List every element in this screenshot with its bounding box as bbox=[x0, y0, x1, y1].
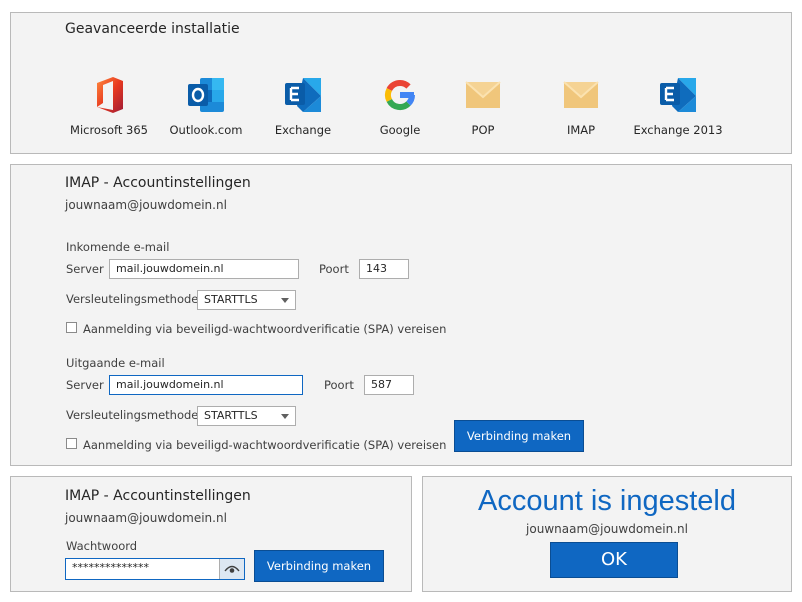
connect-button[interactable]: Verbinding maken bbox=[454, 420, 584, 452]
provider-label: Exchange 2013 bbox=[633, 123, 723, 137]
incoming-encryption-label: Versleutelingsmethode bbox=[66, 292, 199, 306]
outgoing-server-label: Server bbox=[66, 378, 104, 392]
chevron-down-icon bbox=[281, 414, 289, 419]
provider-google[interactable]: Google bbox=[352, 71, 448, 137]
provider-label: Google bbox=[379, 123, 421, 137]
connect-button[interactable]: Verbinding maken bbox=[254, 550, 384, 582]
advanced-setup-panel: Geavanceerde installatie Microsoft 365 O… bbox=[10, 12, 792, 154]
provider-label: Outlook.com bbox=[169, 123, 243, 137]
advanced-setup-title: Geavanceerde installatie bbox=[65, 21, 240, 37]
incoming-encryption-select[interactable]: STARTTLS bbox=[197, 290, 296, 310]
provider-pop[interactable]: POP bbox=[435, 71, 531, 137]
incoming-server-label: Server bbox=[66, 262, 104, 276]
outgoing-spa-label: Aanmelding via beveiligd-wachtwoordverif… bbox=[83, 438, 447, 452]
ok-button[interactable]: OK bbox=[550, 542, 678, 578]
password-panel: IMAP - Accountinstellingen jouwnaam@jouw… bbox=[10, 476, 412, 592]
incoming-spa-checkbox[interactable] bbox=[66, 322, 77, 333]
microsoft-365-icon bbox=[97, 77, 123, 113]
password-label: Wachtwoord bbox=[66, 539, 138, 553]
account-email: jouwnaam@jouwdomein.nl bbox=[65, 198, 227, 212]
incoming-spa-label: Aanmelding via beveiligd-wachtwoordverif… bbox=[83, 322, 447, 336]
provider-label: POP bbox=[471, 123, 495, 137]
incoming-port-label: Poort bbox=[319, 262, 349, 276]
provider-microsoft-365[interactable]: Microsoft 365 bbox=[61, 71, 157, 137]
password-field[interactable]: ************** bbox=[65, 558, 245, 580]
password-panel-title: IMAP - Accountinstellingen bbox=[65, 488, 251, 504]
provider-imap[interactable]: IMAP bbox=[533, 71, 629, 137]
incoming-encryption-value: STARTTLS bbox=[204, 293, 258, 306]
provider-exchange-2013[interactable]: Exchange 2013 bbox=[630, 71, 726, 137]
account-email: jouwnaam@jouwdomein.nl bbox=[65, 511, 227, 525]
chevron-down-icon bbox=[281, 298, 289, 303]
outgoing-encryption-label: Versleutelingsmethode bbox=[66, 408, 199, 422]
password-value: ************** bbox=[72, 561, 149, 574]
provider-exchange[interactable]: Exchange bbox=[255, 71, 351, 137]
eye-icon bbox=[224, 565, 240, 573]
envelope-icon bbox=[465, 81, 501, 108]
show-password-button[interactable] bbox=[219, 559, 244, 579]
provider-label: Microsoft 365 bbox=[70, 123, 148, 137]
incoming-port-input[interactable]: 143 bbox=[359, 259, 409, 279]
outgoing-encryption-value: STARTTLS bbox=[204, 409, 258, 422]
provider-label: Exchange bbox=[274, 123, 332, 137]
exchange-icon bbox=[660, 78, 696, 112]
account-email: jouwnaam@jouwdomein.nl bbox=[526, 522, 688, 536]
account-configured-panel: Account is ingesteld jouwnaam@jouwdomein… bbox=[422, 476, 792, 592]
outgoing-port-label: Poort bbox=[324, 378, 354, 392]
exchange-icon bbox=[285, 78, 321, 112]
incoming-server-input[interactable]: mail.jouwdomein.nl bbox=[109, 259, 299, 279]
outgoing-server-input[interactable]: mail.jouwdomein.nl bbox=[109, 375, 303, 395]
envelope-icon bbox=[563, 81, 599, 108]
outgoing-port-input[interactable]: 587 bbox=[364, 375, 414, 395]
imap-settings-panel: IMAP - Accountinstellingen jouwnaam@jouw… bbox=[10, 164, 792, 466]
incoming-mail-heading: Inkomende e-mail bbox=[66, 240, 170, 254]
imap-settings-title: IMAP - Accountinstellingen bbox=[65, 175, 251, 191]
outgoing-encryption-select[interactable]: STARTTLS bbox=[197, 406, 296, 426]
provider-outlook-com[interactable]: Outlook.com bbox=[158, 71, 254, 137]
provider-label: IMAP bbox=[566, 123, 596, 137]
outgoing-mail-heading: Uitgaande e-mail bbox=[66, 356, 165, 370]
account-configured-title: Account is ingesteld bbox=[478, 485, 736, 517]
google-icon bbox=[384, 79, 416, 111]
outlook-icon bbox=[188, 78, 224, 112]
outgoing-spa-checkbox[interactable] bbox=[66, 438, 77, 449]
